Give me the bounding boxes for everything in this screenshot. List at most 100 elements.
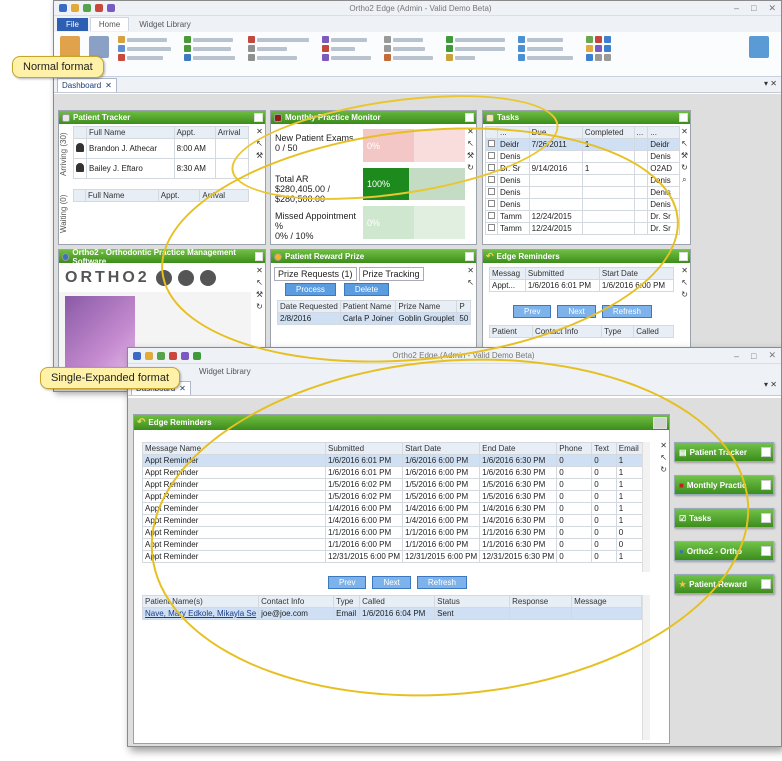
table-row[interactable]: Deidr 7/26/2011 1 Deidr <box>485 138 680 151</box>
refresh-icon[interactable]: ↻ <box>467 163 474 172</box>
close-icon[interactable]: ✕ <box>660 441 667 450</box>
table-row[interactable]: Nave, Mary Edkole, Mikayla Se joe@joe.co… <box>141 607 642 620</box>
ribbon-large-icon[interactable] <box>60 36 80 58</box>
refresh-icon[interactable]: ↻ <box>256 302 263 311</box>
column-header[interactable]: Arrival <box>199 189 249 202</box>
column-header[interactable]: Patient Name(s) <box>141 595 260 608</box>
column-header[interactable]: Contact Info <box>258 595 335 608</box>
column-header[interactable]: Full Name <box>86 126 175 139</box>
quick-access-icon[interactable] <box>169 351 177 360</box>
ribbon-item[interactable] <box>118 45 171 52</box>
close-icon[interactable]: ✕ <box>256 266 263 275</box>
column-header[interactable]: ... <box>633 126 649 139</box>
close-icon[interactable]: ✕ <box>681 266 688 275</box>
column-header[interactable]: Arrival <box>214 126 250 139</box>
column-header[interactable]: Text <box>591 442 617 455</box>
table-row[interactable]: Appt Reminder 1/1/2016 6:00 PM 1/1/2016 6:… <box>142 526 649 539</box>
collapsed-monthly-practice[interactable]: ■ Monthly Practic <box>674 475 774 495</box>
pointer-icon[interactable]: ↖ <box>256 278 263 287</box>
next-button[interactable]: Next <box>557 305 596 318</box>
ribbon-item[interactable] <box>322 54 371 61</box>
pointer-icon[interactable]: ↖ <box>660 453 667 462</box>
quick-access-icon[interactable] <box>83 4 91 12</box>
maximize-toggle[interactable] <box>465 252 474 261</box>
column-header[interactable]: Contact Info <box>531 325 603 338</box>
minimize-icon[interactable]: – <box>734 3 739 13</box>
column-header[interactable]: ... <box>647 126 680 139</box>
column-header[interactable]: Response <box>509 595 573 608</box>
help-icon[interactable] <box>749 36 769 58</box>
table-row[interactable]: Appt... 1/6/2016 6:01 PM 1/6/2016 6:00 PM <box>489 279 675 292</box>
ribbon-item[interactable] <box>586 36 611 43</box>
ribbon-item[interactable] <box>518 45 573 52</box>
table-row[interactable]: Appt Reminder 1/5/2016 6:02 PM 1/5/2016 6:… <box>142 490 649 503</box>
column-header[interactable]: Patient <box>489 325 533 338</box>
maximize-toggle[interactable] <box>465 113 474 122</box>
column-header[interactable]: Type <box>333 595 361 608</box>
column-header[interactable]: Appt. <box>173 126 216 139</box>
table-row[interactable]: Tamm 12/24/2015 Dr. Sr <box>485 222 680 235</box>
checkbox[interactable] <box>488 188 495 195</box>
column-header[interactable]: Called <box>633 325 674 338</box>
table-row[interactable]: Appt Reminder 12/31/2015 6:00 PM 12/31/201… <box>142 550 649 563</box>
ribbon-item[interactable] <box>446 36 505 43</box>
checkbox[interactable] <box>488 212 495 219</box>
table-row[interactable]: Brandon J. Athecar 8:00 AM <box>73 138 250 159</box>
vertical-scrollbar[interactable] <box>642 595 650 740</box>
table-row[interactable]: Appt Reminder 1/4/2016 6:00 PM 1/4/2016 6:… <box>142 502 649 515</box>
tab-controls[interactable]: ▾ ✕ <box>764 79 777 88</box>
ribbon-item[interactable] <box>184 54 235 61</box>
column-header[interactable]: Phone <box>556 442 593 455</box>
ribbon-item[interactable] <box>446 54 505 61</box>
maximize-toggle[interactable] <box>761 447 771 457</box>
tab-dashboard[interactable]: Dashboard ✕ <box>57 78 117 92</box>
table-row[interactable]: Appt Reminder 1/6/2016 6:01 PM 1/6/2016 6:… <box>142 454 649 467</box>
column-header[interactable]: End Date <box>479 442 558 455</box>
next-button[interactable]: Next <box>372 576 411 589</box>
column-header[interactable]: Status <box>434 595 511 608</box>
quick-access-icon[interactable] <box>145 351 153 360</box>
process-button[interactable]: Process <box>285 283 336 296</box>
maximize-toggle[interactable] <box>679 252 688 261</box>
column-header[interactable]: Submitted <box>324 442 404 455</box>
maximize-toggle[interactable] <box>761 480 771 490</box>
table-row[interactable]: Tamm 12/24/2015 Dr. Sr <box>485 210 680 223</box>
refresh-icon[interactable]: ↻ <box>681 290 688 299</box>
checkbox[interactable] <box>488 152 495 159</box>
wrench-icon[interactable]: ⚒ <box>467 151 474 160</box>
wrench-icon[interactable]: ⚒ <box>681 151 688 160</box>
prev-button[interactable]: Prev <box>513 305 552 318</box>
ribbon-item[interactable] <box>446 45 505 52</box>
maximize-toggle[interactable] <box>254 252 263 261</box>
column-header[interactable]: ... <box>497 126 530 139</box>
table-row[interactable]: Appt Reminder 1/6/2016 6:01 PM 1/6/2016 6:… <box>142 466 649 479</box>
tab-prize-tracking[interactable]: Prize Tracking <box>358 267 424 281</box>
close-icon[interactable]: ✕ <box>256 127 263 136</box>
ribbon-item[interactable] <box>322 45 371 52</box>
refresh-icon[interactable]: ↻ <box>681 163 688 172</box>
ribbon-item[interactable] <box>518 54 573 61</box>
close-icon[interactable]: ✕ <box>681 127 688 136</box>
quick-access-icon[interactable] <box>107 4 115 12</box>
quick-access-icon[interactable] <box>193 351 201 360</box>
column-header[interactable]: Called <box>359 595 436 608</box>
maximize-toggle[interactable] <box>679 113 688 122</box>
quick-access-icon[interactable] <box>181 351 189 360</box>
column-header[interactable]: Start Date <box>598 267 675 280</box>
column-header[interactable]: Message Name <box>142 442 326 455</box>
ribbon-item[interactable] <box>184 36 235 43</box>
ribbon-item[interactable] <box>184 45 235 52</box>
close-icon[interactable]: ✕ <box>467 127 474 136</box>
file-menu[interactable]: File <box>57 17 88 31</box>
ribbon-item[interactable] <box>384 54 433 61</box>
layout-toggle[interactable] <box>653 416 667 429</box>
column-header[interactable]: Full Name <box>85 189 159 202</box>
pointer-icon[interactable]: ↖ <box>467 278 474 287</box>
wrench-icon[interactable]: ⚒ <box>256 151 263 160</box>
refresh-icon[interactable]: ↻ <box>660 465 667 474</box>
ribbon-large-icon[interactable] <box>89 36 109 58</box>
table-row[interactable]: 2/8/2016 Carla P Joiner Goblin Grouplet 50 <box>277 312 472 325</box>
column-header[interactable]: Due <box>528 126 583 139</box>
column-header[interactable]: Prize Name <box>395 300 458 313</box>
tab-prize-requests[interactable]: Prize Requests (1) <box>274 267 357 281</box>
